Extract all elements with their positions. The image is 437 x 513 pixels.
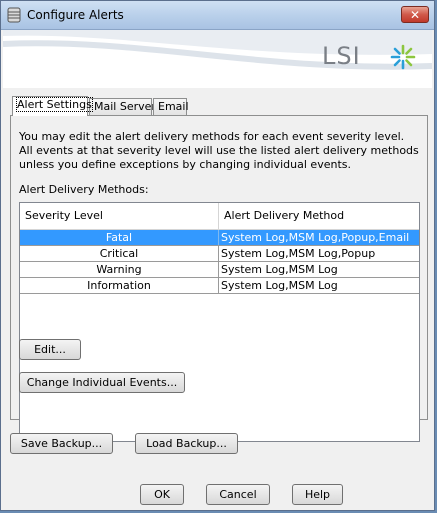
severity-cell: Critical <box>20 246 219 261</box>
table-row-critical[interactable]: Critical System Log,MSM Log,Popup <box>20 246 419 262</box>
cancel-button[interactable]: Cancel <box>206 484 270 505</box>
tab-email[interactable]: Email <box>153 98 189 115</box>
method-cell: System Log,MSM Log <box>221 263 338 276</box>
method-cell: System Log,MSM Log,Popup <box>221 247 376 260</box>
ok-button[interactable]: OK <box>140 484 184 505</box>
column-header-method[interactable]: Alert Delivery Method <box>219 203 419 229</box>
table-header: Severity Level Alert Delivery Method <box>20 203 419 230</box>
configure-alerts-window: Configure Alerts ✕ LSI Alert Settings Ma… <box>0 0 435 511</box>
severity-cell: Information <box>20 278 219 293</box>
tab-alert-settings[interactable]: Alert Settings <box>12 96 93 116</box>
column-header-severity[interactable]: Severity Level <box>20 203 219 229</box>
database-icon <box>7 7 21 23</box>
title-bar[interactable]: Configure Alerts ✕ <box>1 1 434 30</box>
lsi-logo: LSI <box>322 42 416 72</box>
severity-cell: Warning <box>20 262 219 277</box>
table-row-information[interactable]: Information System Log,MSM Log <box>20 278 419 294</box>
close-button[interactable]: ✕ <box>401 6 429 23</box>
table-row-warning[interactable]: Warning System Log,MSM Log <box>20 262 419 278</box>
alert-settings-description: You may edit the alert delivery methods … <box>19 130 419 171</box>
load-backup-button[interactable]: Load Backup... <box>135 433 238 454</box>
delivery-methods-label: Alert Delivery Methods: <box>19 183 149 196</box>
header-banner: LSI <box>3 30 432 88</box>
table-row-fatal[interactable]: Fatal System Log,MSM Log,Popup,Email <box>20 230 419 246</box>
lsi-star-icon <box>390 44 416 70</box>
logo-text: LSI <box>322 42 361 70</box>
severity-cell: Fatal <box>20 230 219 245</box>
edit-button[interactable]: Edit... <box>19 339 81 360</box>
window-title: Configure Alerts <box>27 8 124 22</box>
method-cell: System Log,MSM Log <box>221 279 338 292</box>
close-icon: ✕ <box>409 8 421 22</box>
help-button[interactable]: Help <box>292 484 343 505</box>
delivery-methods-table[interactable]: Severity Level Alert Delivery Method Fat… <box>19 202 420 442</box>
tab-mail-server[interactable]: Mail Server <box>89 98 156 115</box>
change-individual-events-button[interactable]: Change Individual Events... <box>19 372 185 393</box>
method-cell: System Log,MSM Log,Popup,Email <box>221 231 410 244</box>
save-backup-button[interactable]: Save Backup... <box>10 433 113 454</box>
